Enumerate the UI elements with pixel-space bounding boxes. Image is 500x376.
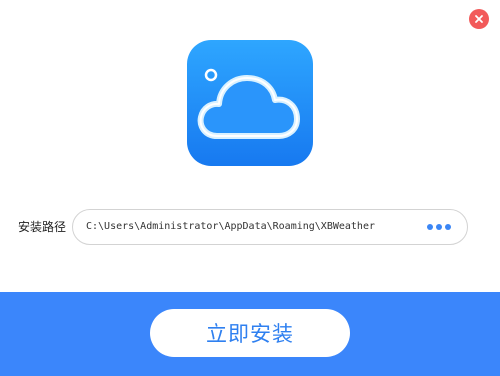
close-icon (475, 15, 483, 23)
weather-cloud-icon (197, 68, 300, 139)
install-path-label: 安装路径 (18, 220, 67, 234)
installer-window: 安装路径 C:\Users\Administrator\AppData\Roam… (0, 0, 500, 376)
install-now-button[interactable]: 立即安装 (150, 309, 350, 357)
footer-bar: 立即安装 (0, 292, 500, 376)
install-path-row: 安装路径 C:\Users\Administrator\AppData\Roam… (0, 209, 500, 245)
browse-path-button[interactable] (422, 218, 456, 236)
app-logo (187, 40, 313, 166)
install-path-value[interactable]: C:\Users\Administrator\AppData\Roaming\X… (86, 219, 416, 235)
install-path-field[interactable]: C:\Users\Administrator\AppData\Roaming\X… (72, 209, 468, 245)
more-dots-icon (427, 224, 433, 230)
more-dots-icon (436, 224, 442, 230)
install-now-label: 立即安装 (206, 322, 294, 346)
close-button[interactable] (469, 9, 489, 29)
more-dots-icon (445, 224, 451, 230)
